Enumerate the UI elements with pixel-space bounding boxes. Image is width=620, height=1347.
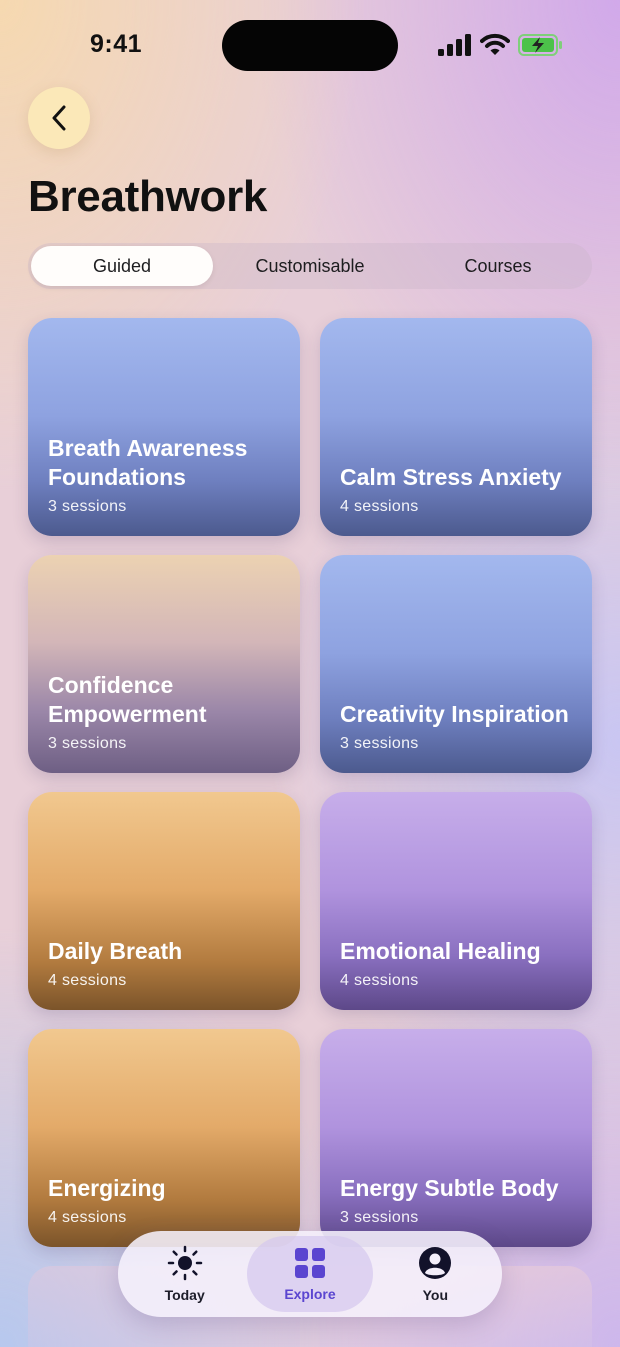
course-card[interactable]: Emotional Healing 4 sessions	[320, 792, 592, 1010]
course-card[interactable]: Calm Stress Anxiety 4 sessions	[320, 318, 592, 536]
segment-guided[interactable]: Guided	[31, 246, 213, 286]
card-title: Energizing	[48, 1175, 166, 1201]
segment-courses[interactable]: Courses	[407, 246, 589, 286]
card-sessions: 3 sessions	[340, 1209, 419, 1226]
status-bar: 9:41	[0, 0, 620, 90]
course-card[interactable]: Breath Awareness Foundations 3 sessions	[28, 318, 300, 536]
card-sessions: 4 sessions	[340, 972, 419, 989]
card-title: Daily Breath	[48, 938, 183, 964]
dynamic-island	[222, 20, 398, 71]
status-time: 9:41	[90, 30, 143, 58]
card-sessions: 3 sessions	[340, 735, 419, 752]
card-sessions: 3 sessions	[48, 735, 127, 752]
sun-icon	[167, 1245, 202, 1281]
card-title: Confidence Empowerment	[48, 672, 207, 727]
cellular-signal-icon	[438, 34, 471, 56]
page-title: Breathwork	[28, 172, 268, 221]
course-card[interactable]: Creativity Inspiration 3 sessions	[320, 555, 592, 773]
tab-you[interactable]: You	[373, 1236, 498, 1312]
card-sessions: 4 sessions	[340, 498, 419, 515]
tab-label: You	[422, 1287, 449, 1303]
course-card[interactable]: Confidence Empowerment 3 sessions	[28, 555, 300, 773]
card-title: Breath Awareness Foundations	[48, 435, 248, 490]
card-sessions: 4 sessions	[48, 1209, 127, 1226]
person-icon	[419, 1247, 452, 1279]
card-title: Calm Stress Anxiety	[340, 464, 562, 490]
segment-customisable[interactable]: Customisable	[219, 246, 401, 286]
tab-today[interactable]: Today	[122, 1236, 247, 1312]
bottom-tab-bar: Today Explore You	[118, 1231, 502, 1317]
card-title: Creativity Inspiration	[340, 701, 569, 727]
battery-charging-icon	[518, 34, 562, 56]
card-title: Emotional Healing	[340, 938, 541, 964]
back-button[interactable]	[28, 87, 90, 149]
tab-label: Today	[164, 1287, 205, 1303]
segmented-control: Guided Customisable Courses	[28, 243, 592, 289]
course-card[interactable]: Daily Breath 4 sessions	[28, 792, 300, 1010]
tab-label: Explore	[284, 1286, 336, 1302]
chevron-left-icon	[52, 105, 66, 131]
course-card[interactable]: Energy Subtle Body 3 sessions	[320, 1029, 592, 1247]
course-card[interactable]: Energizing 4 sessions	[28, 1029, 300, 1247]
grid-icon	[294, 1248, 325, 1278]
wifi-icon	[480, 33, 510, 55]
card-sessions: 4 sessions	[48, 972, 127, 989]
card-title: Energy Subtle Body	[340, 1175, 559, 1201]
card-sessions: 3 sessions	[48, 498, 127, 515]
tab-explore[interactable]: Explore	[247, 1236, 373, 1312]
